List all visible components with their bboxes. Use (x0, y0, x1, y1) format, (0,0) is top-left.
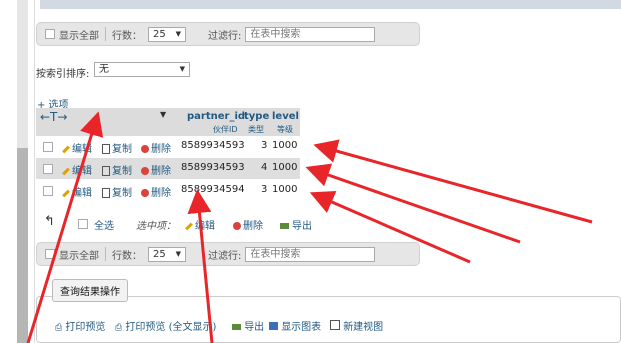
dropdown-arrow-icon: ▼ (179, 65, 185, 73)
export-button[interactable]: 导出 (232, 318, 264, 333)
column-comment-type: 类型 (248, 125, 264, 134)
column-comment-level: 等级 (277, 125, 293, 134)
create-view-button[interactable]: 新建视图 (330, 318, 383, 333)
printer-icon: ⎙ (55, 323, 63, 333)
column-reorder-arrows-icon[interactable]: ←T→ (40, 110, 67, 124)
edit-button[interactable]: 编辑 (62, 184, 92, 199)
rows-select-value: 25 (153, 248, 166, 260)
delete-icon (141, 189, 149, 197)
column-header-partner-id[interactable]: partner_id (187, 111, 245, 122)
rows-label: 行数： (112, 30, 142, 42)
arrow-row-1 (313, 139, 593, 224)
print-preview-full-button[interactable]: ⎙ 打印预览 (全文显示) (115, 318, 216, 333)
rows-select-value: 25 (153, 28, 166, 40)
column-header-level[interactable]: level (272, 111, 299, 122)
copy-button[interactable]: 复制 (102, 140, 132, 155)
filter-label: 过滤行: (208, 250, 242, 262)
query-results-operations-tooltip: 查询结果操作 (52, 279, 128, 302)
cell-level[interactable]: 1000 (272, 140, 297, 151)
cell-partner-id[interactable]: 8589934593 (181, 140, 245, 151)
copy-button[interactable]: 复制 (102, 184, 132, 199)
delete-button[interactable]: 删除 (141, 184, 171, 199)
rows-select[interactable]: 25 ▼ (148, 26, 186, 42)
select-all-label[interactable]: 全选 (94, 217, 114, 232)
index-sort-label: 按索引排序: (36, 69, 90, 80)
cell-partner-id[interactable]: 8589934594 (181, 184, 245, 195)
cell-type[interactable]: 3 (261, 184, 267, 195)
delete-icon (141, 145, 149, 153)
export-icon (280, 223, 289, 229)
delete-icon (233, 222, 241, 230)
edit-button[interactable]: 编辑 (62, 140, 92, 155)
filter-input[interactable]: 在表中搜索 (245, 246, 376, 262)
cell-partner-id[interactable]: 8589934593 (181, 162, 245, 173)
divider (105, 27, 106, 41)
chart-icon (269, 322, 278, 330)
rows-label: 行数： (112, 250, 142, 262)
show-all-checkbox[interactable] (45, 249, 55, 259)
dropdown-arrow-icon: ▼ (175, 29, 181, 38)
table-row: 编辑 复制 删除 8589934593 4 1000 (36, 158, 300, 179)
bulk-export-button[interactable]: 导出 (280, 217, 312, 232)
cell-type[interactable]: 4 (261, 162, 267, 173)
rows-select[interactable]: 25 ▼ (148, 246, 186, 262)
export-icon (232, 324, 241, 330)
copy-button[interactable]: 复制 (102, 162, 132, 177)
bulk-edit-button[interactable]: 编辑 (185, 217, 215, 232)
bottom-navigation-bar: 显示全部 行数： 25 ▼ 过滤行: 在表中搜索 (36, 242, 420, 266)
index-sort-value: 无 (99, 64, 109, 75)
filter-label: 过滤行: (208, 30, 242, 42)
show-all-label[interactable]: 显示全部 (59, 27, 99, 42)
pencil-icon (62, 145, 70, 153)
delete-button[interactable]: 删除 (141, 162, 171, 177)
sort-dropdown-icon[interactable]: ▼ (160, 110, 166, 119)
left-scrollbar-thumb[interactable] (17, 148, 28, 343)
column-header-type[interactable]: type (244, 111, 269, 122)
delete-button[interactable]: 删除 (141, 140, 171, 155)
table-row: 编辑 复制 删除 8589934593 3 1000 (36, 136, 300, 157)
copy-icon (102, 166, 110, 176)
with-selected-label: 选中项： (136, 221, 176, 232)
delete-icon (141, 167, 149, 175)
cell-type[interactable]: 3 (261, 140, 267, 151)
print-preview-button[interactable]: ⎙ 打印预览 (55, 318, 105, 333)
pencil-icon (185, 222, 193, 230)
cell-level[interactable]: 1000 (272, 162, 297, 173)
cell-level[interactable]: 1000 (272, 184, 297, 195)
display-chart-button[interactable]: 显示图表 (269, 318, 321, 333)
view-icon (330, 320, 340, 330)
row-checkbox[interactable] (43, 142, 53, 152)
dropdown-arrow-icon: ▼ (175, 249, 181, 258)
row-checkbox[interactable] (43, 186, 53, 196)
printer-icon: ⎙ (115, 323, 123, 333)
show-all-label[interactable]: 显示全部 (59, 247, 99, 262)
arrow-row-2 (305, 163, 521, 244)
row-checkbox[interactable] (43, 164, 53, 174)
column-comment-partner-id: 伙伴ID (213, 125, 238, 134)
bulk-delete-button[interactable]: 删除 (233, 217, 263, 232)
copy-icon (102, 144, 110, 154)
top-strip (40, 0, 621, 9)
select-all-checkbox[interactable] (78, 219, 88, 229)
select-all-arrow-icon: ↰ (44, 214, 55, 229)
filter-input[interactable]: 在表中搜索 (245, 26, 376, 42)
divider (105, 247, 106, 261)
copy-icon (102, 188, 110, 198)
index-sort-select[interactable]: 无 ▼ (94, 62, 190, 77)
pencil-icon (62, 167, 70, 175)
show-all-checkbox[interactable] (45, 29, 55, 39)
edit-button[interactable]: 编辑 (62, 162, 92, 177)
table-row: 编辑 复制 删除 8589934594 3 1000 (36, 180, 300, 201)
top-navigation-bar: 显示全部 行数： 25 ▼ 过滤行: 在表中搜索 (36, 22, 420, 46)
pencil-icon (62, 189, 70, 197)
